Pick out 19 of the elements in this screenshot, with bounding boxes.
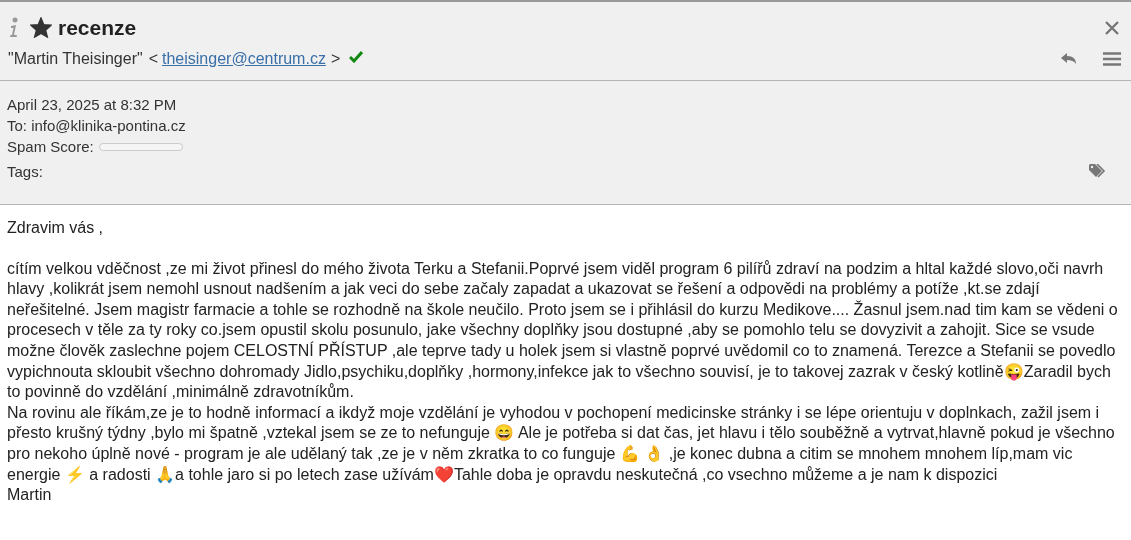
message-paragraph: cítím velkou vděčnost ,ze mi život přinesl do mého života Terku a Stefanii.Poprvé jsem viděl program 6 pilířů zdraví na podzim a hltal každé slovo,oči navrh hlavy ,kolikrát jsem nemohl usnout nadšením a jak veci do sebe začaly zapadat a ukazovat se řešení a odpovědi na problémy a potíže ,kt.se zdají neřešitelné. Jsem magistr farmacie a tohle se rozhodně na škole neučilo. Proto jsem se i přihlásil do kurzu Medikove.... Žasnul jsem.nad tim kam se vědeni o procesech v těle za ty roky co.jsem opustil skolu posunulo, jake všechny doplňky jsou dostupné ,aby se pomohlo telu se dovyzivit a zahojit. Sice se vsude možne člověk zaslechne pojem CELOSTNÍ PŘÍSTUP ,ale teprve tady u holek jsem si vlastně poprvé uvědomil co to znamená. Terezce a Stefanii se povedlo vypichnouta skloubit všechno dohromady Jidlo,psychiku,doplňky ,hormony,infekce jak to všechno souvisí, je to takovej zazrak v český kotlině😜Zaradil bych to povinně do vzdělání ,minimálně zdravotníkům. <box>7 258 1119 403</box>
sender-email-link[interactable]: theisinger@centrum.cz <box>162 46 326 71</box>
menu-icon[interactable] <box>1103 51 1121 66</box>
sender-name: "Martin Theisinger" <box>8 48 143 69</box>
reply-icon[interactable] <box>1061 52 1077 65</box>
message-paragraph: Na rovinu ale říkám,ze je to hodně informací a ikdyž moje vzdělání je vyhodou v pochopení medicinske stránky i se lépe orientuju v doplnkach, zažil jsem i přesto krušný týdny ,bylo mi špatně ,vztekal jsem se ze to nefunguje 😄 Ale je potřeba si dat čas, jet hlavu i tělo souběžně a vytrvat,hlavně pokud je všechno pro nekoho úplně nové - program je ale udělaný tak ,ze je v něm zkratka to co funguje 💪 👌 ,je konec dubna a citim se mnohem mnohem líp,mam vic energie ⚡ a radosti 🙏a tohle jaro si po letech zase užívám❤Tahle doba je opravdu neskutečná ,co vsechno můžeme a je nam k dispozici <box>7 402 1116 486</box>
date-text: April 23, 2025 at 8:32 PM <box>7 95 178 115</box>
spam-score-label: Spam Score: <box>7 137 94 157</box>
tag-icon[interactable] <box>1089 164 1108 179</box>
recipient-text: To: info@klinika-pontina.cz <box>7 116 187 136</box>
message-paragraph: Zdravim vás , <box>7 218 104 238</box>
close-icon[interactable] <box>1105 20 1119 35</box>
subject-title: recenze <box>58 15 137 41</box>
bracket-text: < <box>148 48 158 69</box>
message-paragraph: Martin <box>7 485 53 506</box>
star-icon[interactable] <box>30 17 52 39</box>
bracket-text: > <box>330 48 341 69</box>
info-icon[interactable] <box>8 16 20 39</box>
tags-label: Tags: <box>7 162 43 182</box>
